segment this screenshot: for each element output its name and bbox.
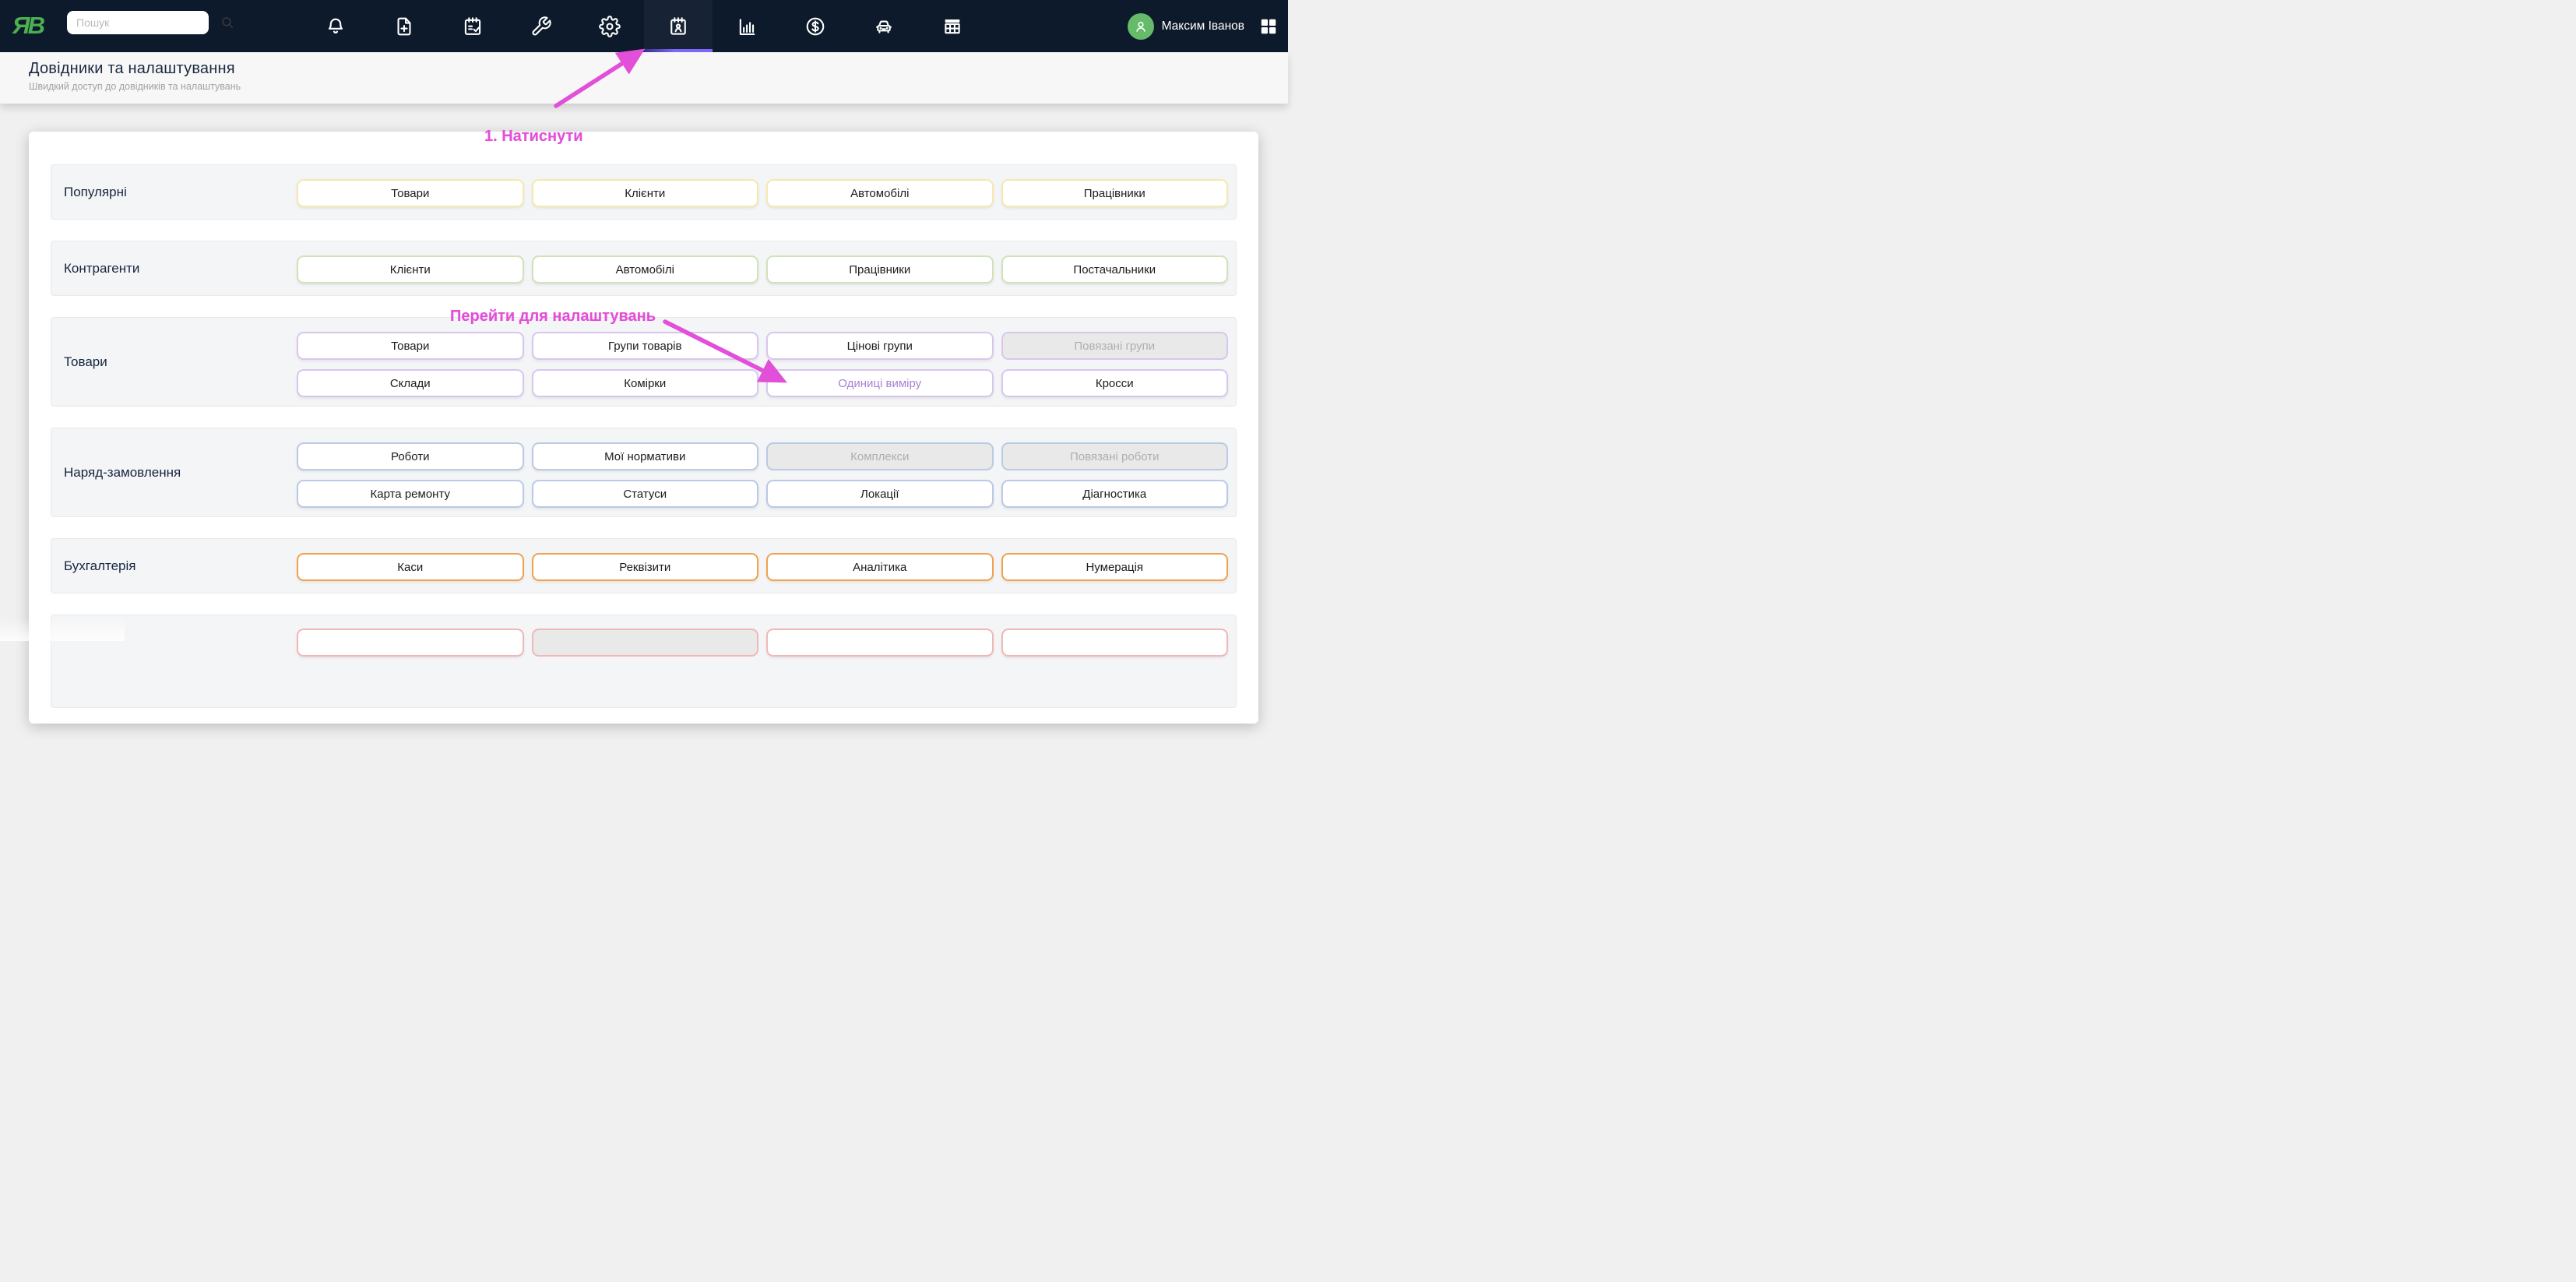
nav-item-calendar-person[interactable]	[644, 0, 713, 52]
reference-button[interactable]: Склади	[297, 369, 524, 397]
reference-button[interactable]: Автомобілі	[766, 179, 994, 207]
section-row	[51, 615, 1237, 708]
person-icon	[1135, 21, 1145, 32]
section-label: Популярні	[64, 184, 127, 199]
reference-button[interactable]: Нумерація	[1001, 553, 1228, 581]
nav-item-bell[interactable]	[301, 0, 370, 52]
reference-button[interactable]: Цінові групи	[766, 332, 994, 360]
reference-button[interactable]: Працівники	[1001, 179, 1228, 207]
nav-item-bar-chart[interactable]	[713, 0, 781, 52]
gear-icon	[599, 15, 621, 37]
reference-button[interactable]: Карта ремонту	[297, 480, 524, 508]
bell-icon	[328, 18, 343, 33]
annotation-step2: Перейти для налаштувань	[450, 308, 656, 325]
car-icon	[876, 20, 892, 33]
reference-button[interactable]: Діагностика	[1001, 480, 1228, 508]
reference-button[interactable]: Мої нормативи	[531, 442, 758, 470]
nav-item-file-plus[interactable]	[370, 0, 438, 52]
page-header: Довідники та налаштування Швидкий доступ…	[0, 52, 1288, 104]
reference-button[interactable]: Клієнти	[297, 255, 524, 284]
reference-button[interactable]: Роботи	[297, 442, 524, 470]
nav-item-calendar-check[interactable]	[438, 0, 507, 52]
apps-grid-icon[interactable]	[1258, 16, 1279, 37]
reference-button[interactable]	[297, 629, 524, 657]
nav-item-car[interactable]	[850, 0, 918, 52]
section-row: Бухгалтерія Каси Реквізити Аналітика Нумерац…	[51, 538, 1237, 593]
section-row: Контрагенти Клієнти Автомобілі Працівники По…	[51, 241, 1237, 296]
reference-button: Повязані роботи	[1001, 442, 1228, 470]
active-tab-underline	[644, 49, 713, 52]
references-card: Популярні Товари Клієнти Автомобілі Працівни…	[29, 132, 1258, 724]
section-label: Наряд-замовлення	[64, 464, 181, 480]
reference-button[interactable]: Локації	[766, 480, 994, 508]
bar-chart-icon	[739, 18, 755, 35]
calendar-person-icon	[670, 16, 686, 35]
annotation-step1: 1. Натиснути	[484, 128, 583, 145]
page-title: Довідники та налаштування	[29, 60, 235, 77]
calendar-check-icon	[464, 16, 481, 35]
reference-button[interactable]: Групи товарів	[531, 332, 758, 360]
top-navigation-bar: ЯВ Максим Іванов	[0, 0, 1288, 52]
reference-button[interactable]: Каси	[297, 553, 524, 581]
section-row: Наряд-замовлення Роботи Мої нормативи Компл…	[51, 428, 1237, 517]
reference-button[interactable]: Працівники	[766, 255, 994, 284]
reference-button	[531, 629, 758, 657]
reference-button[interactable]: Товари	[297, 179, 524, 207]
reference-button[interactable]: Статуси	[531, 480, 758, 508]
reference-button[interactable]: Постачальники	[1001, 255, 1228, 284]
section-row: Товари Товари Групи товарів Цінові групи Пов…	[51, 317, 1237, 407]
section-label: Бухгалтерія	[64, 558, 136, 573]
nav-item-gear[interactable]	[575, 0, 644, 52]
reference-button[interactable]	[1001, 629, 1228, 657]
reference-button[interactable]: Кросси	[1001, 369, 1228, 397]
section-label: Контрагенти	[64, 260, 140, 276]
avatar[interactable]	[1127, 12, 1154, 40]
table-icon	[945, 19, 960, 33]
wrench-icon	[532, 16, 551, 35]
dollar-circle-icon	[806, 17, 825, 35]
user-area[interactable]: Максим Іванов	[1127, 0, 1279, 52]
main-nav-icons	[301, 0, 987, 52]
reference-button[interactable]: Автомобілі	[531, 255, 758, 284]
file-plus-icon	[397, 17, 411, 35]
app-logo[interactable]: ЯВ	[12, 9, 45, 42]
nav-item-dollar-circle[interactable]	[781, 0, 850, 52]
reference-button[interactable]: Клієнти	[531, 179, 758, 207]
search-box[interactable]	[67, 11, 234, 34]
reference-button: Повязані групи	[1001, 332, 1228, 360]
search-icon	[222, 17, 234, 29]
reference-button[interactable]	[766, 629, 994, 657]
user-name: Максим Іванов	[1161, 19, 1244, 33]
reference-button: Комплекси	[766, 442, 994, 470]
reference-button[interactable]: Реквізити	[531, 553, 758, 581]
reference-button[interactable]: Товари	[297, 332, 524, 360]
section-row: Популярні Товари Клієнти Автомобілі Працівни…	[51, 164, 1237, 220]
reference-button[interactable]: Одиниці виміру	[766, 369, 994, 397]
reference-button[interactable]: Комірки	[531, 369, 758, 397]
search-input[interactable]	[67, 16, 220, 29]
nav-item-wrench[interactable]	[507, 0, 575, 52]
nav-item-table[interactable]	[918, 0, 987, 52]
reference-button[interactable]: Аналітика	[766, 553, 994, 581]
section-label: Товари	[64, 354, 107, 369]
page-subtitle: Швидкий доступ до довідників та налаштув…	[29, 81, 241, 92]
